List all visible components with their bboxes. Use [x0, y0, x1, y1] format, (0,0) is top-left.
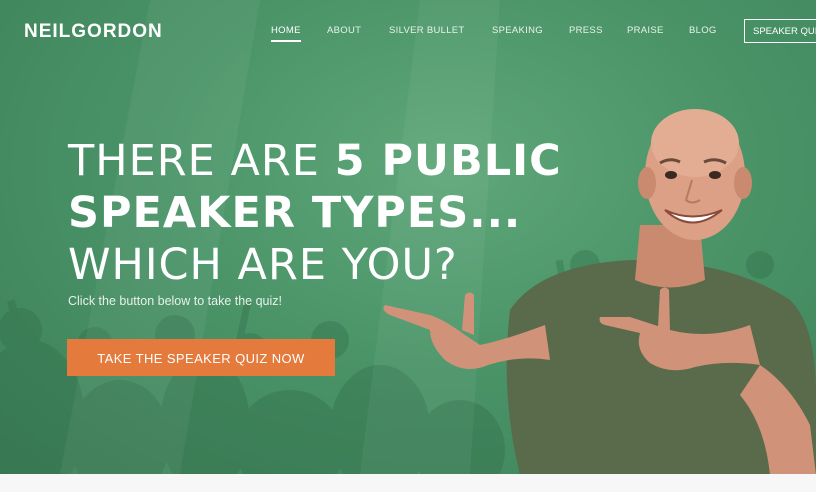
speaker-quiz-nav-button[interactable]: SPEAKER QUIZ [744, 19, 816, 43]
nav-item-speaking[interactable]: SPEAKING [492, 25, 543, 36]
nav-item-label: HOME [271, 25, 301, 36]
nav-item-press[interactable]: PRESS [569, 25, 603, 36]
page-bottom-strip [0, 474, 816, 492]
main-navigation: HOME ABOUT SILVER BULLET SPEAKING PRESS … [0, 0, 816, 60]
hero-subtext: Click the button below to take the quiz! [68, 294, 283, 308]
speaker-photo [383, 109, 816, 474]
take-speaker-quiz-button[interactable]: TAKE THE SPEAKER QUIZ NOW [67, 339, 335, 376]
active-nav-underline [271, 40, 301, 42]
nav-item-about[interactable]: ABOUT [327, 25, 361, 36]
nav-item-home[interactable]: HOME [271, 25, 301, 42]
nav-item-silver-bullet[interactable]: SILVER BULLET [389, 25, 465, 36]
hero-section: NEILGORDON HOME ABOUT SILVER BULLET SPEA… [0, 0, 816, 474]
headline-light-text: THERE ARE [68, 136, 335, 186]
nav-item-praise[interactable]: PRAISE [627, 25, 664, 36]
nav-item-blog[interactable]: BLOG [689, 25, 717, 36]
